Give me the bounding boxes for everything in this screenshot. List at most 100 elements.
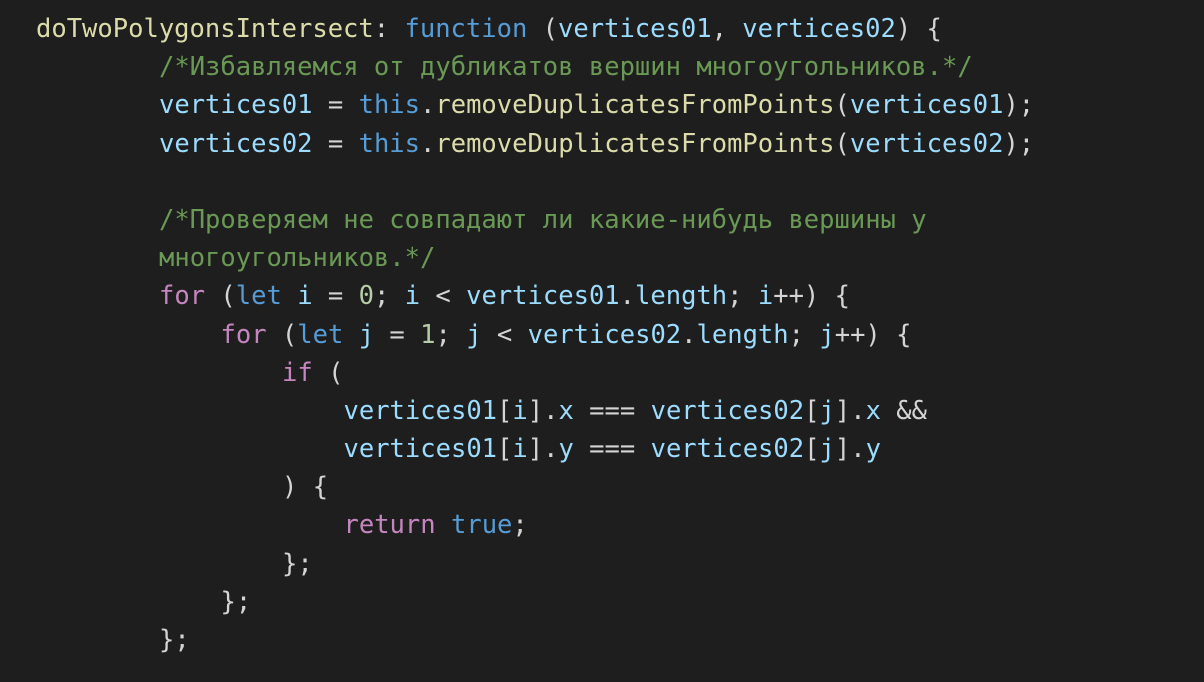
code-token: ===	[573, 434, 651, 465]
code-line: vertices01 = this.removeDuplicatesFromPo…	[36, 86, 1204, 124]
code-line: vertices01[i].y === vertices02[j].y	[36, 430, 1204, 468]
code-token: removeDuplicatesFromPoints	[435, 128, 835, 159]
code-token: <	[420, 281, 467, 312]
code-token: vertices01	[159, 90, 313, 121]
code-token: ;	[435, 319, 467, 350]
code-token: ].	[834, 434, 866, 465]
code-line: return true;	[36, 506, 1204, 544]
code-token: x	[558, 395, 574, 426]
code-token: =	[374, 319, 421, 350]
code-token: ++) {	[773, 281, 850, 312]
code-token: [	[804, 395, 820, 426]
code-token: if	[282, 357, 313, 388]
code-token: this	[358, 128, 421, 159]
code-line: };	[36, 545, 1204, 583]
code-line: многоугольников.*/	[36, 239, 1204, 277]
code-token: i	[512, 395, 528, 426]
code-token: y	[558, 434, 574, 465]
code-token: j	[466, 319, 482, 350]
code-line: doTwoPolygonsIntersect: function (vertic…	[36, 10, 1204, 48]
code-token: vertices02	[159, 128, 313, 159]
code-token: 0	[358, 281, 374, 312]
code-token: .	[420, 128, 436, 159]
code-token: (	[527, 14, 559, 44]
code-token: vertices02	[650, 395, 805, 426]
code-token: j	[819, 434, 835, 465]
code-token: .	[619, 281, 636, 312]
code-token: (	[834, 128, 850, 159]
code-token: ;	[512, 510, 528, 541]
code-line: vertices01[i].x === vertices02[j].x &&	[36, 392, 1204, 430]
code-token: length	[696, 319, 789, 350]
code-token: j	[819, 395, 835, 426]
code-line: /*Проверяем не совпадают ли какие-нибудь…	[36, 201, 1204, 239]
code-token: true	[450, 510, 513, 541]
code-line: for (let j = 1; j < vertices02.length; j…	[36, 316, 1204, 354]
code-token: length	[635, 281, 728, 312]
code-line: /*Избавляемся от дубликатов вершин много…	[36, 48, 1204, 86]
code-token: ;	[373, 281, 405, 312]
code-token: ].	[834, 395, 866, 426]
code-token: vertices02	[742, 14, 896, 44]
code-token: =	[312, 128, 359, 159]
code-token: for	[220, 319, 267, 350]
code-token: [	[497, 395, 513, 426]
code-token: (	[205, 281, 236, 312]
code-token: };	[220, 586, 252, 617]
code-token: [	[497, 434, 513, 465]
code-token: vertices02	[527, 319, 682, 350]
code-editor[interactable]: doTwoPolygonsIntersect: function (vertic…	[0, 0, 1204, 682]
code-token: function	[404, 14, 528, 44]
code-token: ].	[527, 395, 559, 426]
code-token: j	[819, 319, 835, 350]
code-token: vertices01	[849, 90, 1004, 121]
code-line: ) {	[36, 468, 1204, 506]
code-token: =	[312, 281, 359, 312]
code-token: doTwoPolygonsIntersect	[36, 14, 374, 44]
code-token: let	[235, 281, 282, 312]
code-token: vertices01	[343, 434, 498, 465]
code-token: многоугольников.*/	[159, 243, 436, 274]
code-token: y	[865, 434, 881, 465]
code-token: ;	[788, 319, 820, 350]
code-token: return	[343, 510, 436, 541]
code-token: .	[420, 90, 436, 121]
code-token: i	[297, 281, 313, 312]
code-token: vertices01	[343, 395, 498, 426]
code-token: vertices01	[558, 14, 712, 44]
code-token: (	[834, 90, 850, 121]
code-token: i	[512, 434, 528, 465]
code-token: );	[1003, 90, 1035, 121]
code-token: /*Проверяем не совпадают ли какие-нибудь…	[159, 204, 927, 235]
code-token: j	[358, 319, 375, 350]
code-token: [	[804, 434, 820, 465]
code-token: i	[404, 281, 421, 312]
code-token: .	[681, 319, 697, 350]
code-token: &&	[880, 395, 927, 426]
code-token: <	[481, 319, 528, 350]
code-token: vertices01	[466, 281, 620, 312]
code-token: for	[159, 281, 206, 312]
code-token: ++) {	[834, 319, 912, 350]
code-token: vertices02	[650, 434, 805, 465]
code-token: ,	[711, 14, 743, 44]
code-token: =	[312, 90, 359, 121]
code-token: this	[358, 90, 421, 121]
code-token: /*Избавляемся от дубликатов вершин много…	[159, 52, 973, 83]
code-token: 1	[420, 319, 436, 350]
code-token: };	[282, 548, 313, 579]
code-line: };	[36, 621, 1204, 659]
code-line: vertices02 = this.removeDuplicatesFromPo…	[36, 125, 1204, 163]
code-token: :	[373, 14, 405, 44]
code-token: };	[159, 625, 190, 655]
code-token: ) {	[282, 472, 329, 503]
code-line: for (let i = 0; i < vertices01.length; i…	[36, 277, 1204, 315]
code-token: i	[757, 281, 774, 312]
code-line: if (	[36, 354, 1204, 392]
code-token: ].	[527, 434, 559, 465]
code-token: ===	[573, 395, 651, 426]
